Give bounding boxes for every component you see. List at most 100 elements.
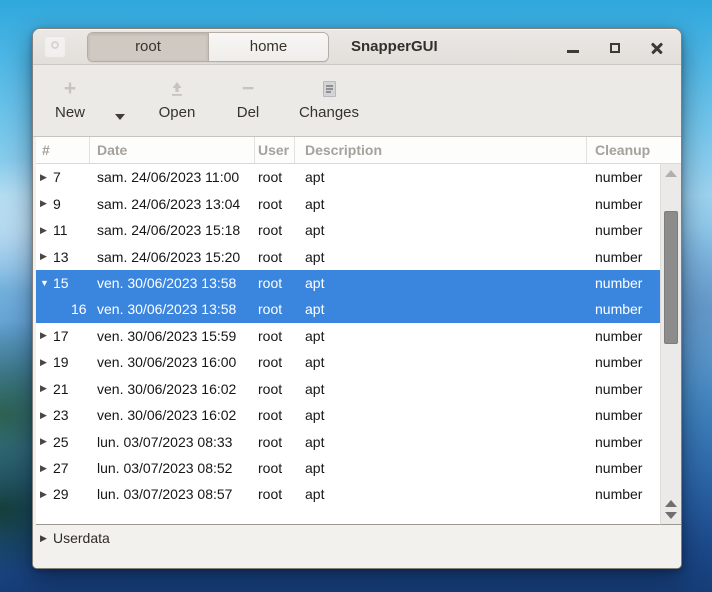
open-button[interactable]: Open [148,71,206,132]
row-num-cell: ▶ 19 [36,349,90,375]
table-body: ▶ 7 sam. 24/06/2023 11:00 root apt numbe… [36,164,660,525]
row-cleanup: number [587,164,660,190]
open-icon [168,75,186,103]
row-expander-icon[interactable]: ▶ [40,251,53,262]
footer-empty-area [33,552,681,568]
close-button[interactable] [645,34,669,60]
row-expander-icon[interactable]: ▶ [40,489,53,500]
row-description: apt [295,455,587,481]
column-header-cleanup[interactable]: Cleanup [587,137,681,163]
row-date: ven. 30/06/2023 13:58 [90,296,255,322]
row-cleanup: number [587,296,660,322]
row-date: ven. 30/06/2023 16:02 [90,402,255,428]
scrollbar-thumb[interactable] [664,211,678,344]
row-expander-icon[interactable]: ▶ [40,357,53,368]
open-button-label: Open [159,103,196,123]
row-description: apt [295,270,587,296]
del-button[interactable]: − Del [224,71,272,132]
row-description: apt [295,296,587,322]
new-dropdown-button[interactable] [103,71,137,132]
table-row[interactable]: ▶ 13 sam. 24/06/2023 15:20 root apt numb… [36,243,660,269]
scroll-down-icon[interactable] [665,512,677,519]
new-button[interactable]: + New [45,71,95,132]
userdata-label: Userdata [53,530,110,546]
changes-button[interactable]: Changes [290,71,368,132]
row-expander-icon[interactable]: ▶ [40,463,53,474]
table-row[interactable]: ▶ 25 lun. 03/07/2023 08:33 root apt numb… [36,428,660,454]
row-expander-icon[interactable]: ▼ [40,278,53,288]
row-cleanup: number [587,217,660,243]
row-date: sam. 24/06/2023 15:20 [90,243,255,269]
toolbar: + New Open − Del Changes [33,65,681,137]
row-user: root [255,402,295,428]
row-cleanup: number [587,323,660,349]
row-user: root [255,217,295,243]
table-row[interactable]: ▶ 29 lun. 03/07/2023 08:57 root apt numb… [36,481,660,507]
titlebar: root home SnapperGUI [33,29,681,65]
row-expander-icon[interactable]: ▶ [40,198,53,209]
row-num-cell: ▶ 23 [36,402,90,428]
row-num-cell: ▶ 25 [36,428,90,454]
row-description: apt [295,190,587,216]
column-header-num[interactable]: # [36,137,90,163]
row-num: 21 [53,381,69,397]
new-button-label: New [55,103,85,123]
table-row[interactable]: ▶ 9 sam. 24/06/2023 13:04 root apt numbe… [36,190,660,216]
table-row[interactable]: ▶ 11 sam. 24/06/2023 15:18 root apt numb… [36,217,660,243]
window-controls [561,29,669,65]
scroll-up-icon[interactable] [665,170,677,177]
row-cleanup: number [587,349,660,375]
row-description: apt [295,428,587,454]
row-num: 29 [53,486,69,502]
row-date: sam. 24/06/2023 11:00 [90,164,255,190]
row-user: root [255,243,295,269]
tab-root[interactable]: root [88,33,208,61]
table-row[interactable]: ▶ 17 ven. 30/06/2023 15:59 root apt numb… [36,323,660,349]
row-num-cell: 16 [36,296,90,322]
row-date: ven. 30/06/2023 16:00 [90,349,255,375]
row-date: sam. 24/06/2023 15:18 [90,217,255,243]
row-cleanup: number [587,270,660,296]
row-user: root [255,323,295,349]
row-cleanup: number [587,428,660,454]
vertical-scrollbar[interactable] [660,164,681,525]
row-expander-icon[interactable]: ▶ [40,436,53,447]
row-expander-icon[interactable]: ▶ [40,172,53,183]
row-date: sam. 24/06/2023 13:04 [90,190,255,216]
row-description: apt [295,243,587,269]
row-num-cell: ▶ 27 [36,455,90,481]
row-user: root [255,455,295,481]
row-expander-icon[interactable]: ▶ [40,410,53,421]
scroll-up-bottom-icon[interactable] [665,500,677,507]
row-expander-icon[interactable]: ▶ [40,330,53,341]
table-row[interactable]: ▼ 15 ven. 30/06/2023 13:58 root apt numb… [36,270,660,296]
table-row[interactable]: ▶ 21 ven. 30/06/2023 16:02 root apt numb… [36,376,660,402]
row-num: 17 [53,328,69,344]
window-title: SnapperGUI [351,38,438,55]
table-row[interactable]: 16 ven. 30/06/2023 13:58 root apt number [36,296,660,322]
snappergui-window: root home SnapperGUI + New [32,28,682,569]
maximize-button[interactable] [603,34,627,60]
table-row[interactable]: ▶ 27 lun. 03/07/2023 08:52 root apt numb… [36,455,660,481]
row-description: apt [295,402,587,428]
row-user: root [255,481,295,507]
column-header-description[interactable]: Description [295,137,587,163]
row-num-cell: ▶ 17 [36,323,90,349]
row-expander-icon[interactable]: ▶ [40,383,53,394]
minimize-icon [567,50,579,53]
table-row[interactable]: ▶ 19 ven. 30/06/2023 16:00 root apt numb… [36,349,660,375]
dropdown-arrow-icon [115,114,125,120]
row-cleanup: number [587,402,660,428]
table-row[interactable]: ▶ 7 sam. 24/06/2023 11:00 root apt numbe… [36,164,660,190]
table-row[interactable]: ▶ 23 ven. 30/06/2023 16:02 root apt numb… [36,402,660,428]
app-icon[interactable] [44,36,66,58]
row-num-cell: ▶ 7 [36,164,90,190]
userdata-expander[interactable]: ▶ Userdata [33,525,681,552]
column-header-date[interactable]: Date [90,137,255,163]
row-num: 13 [53,249,69,265]
row-user: root [255,376,295,402]
column-header-user[interactable]: User [255,137,295,163]
tab-home[interactable]: home [208,33,328,61]
row-expander-icon[interactable]: ▶ [40,225,53,236]
minimize-button[interactable] [561,34,585,60]
